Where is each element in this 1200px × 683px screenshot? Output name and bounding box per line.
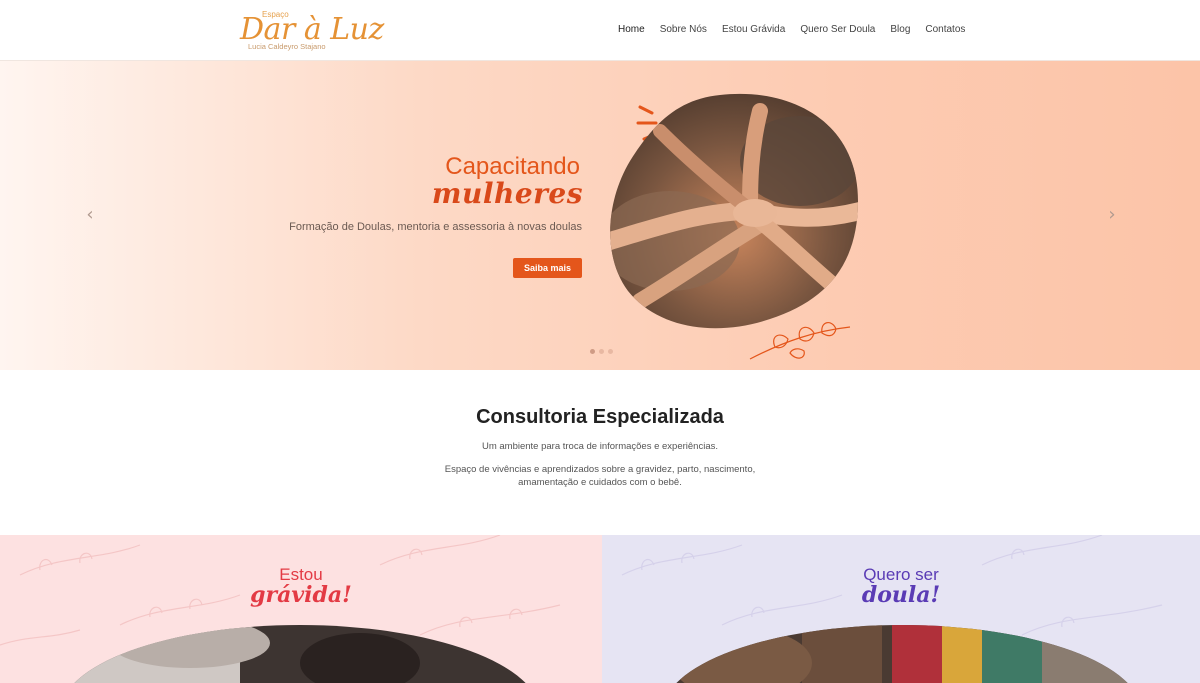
hero-slider: ‹ › Capacitando mulheres Formação de Dou… [0,61,1200,370]
panel-right-script: doula! [861,582,941,608]
nav-quero-ser-doula[interactable]: Quero Ser Doula [800,24,875,35]
estou-gravida-panel[interactable]: Estou grávida! [0,535,602,683]
slider-dot-2[interactable] [599,349,604,354]
consultoria-text-1: Um ambiente para troca de informações e … [481,441,719,452]
saiba-mais-button[interactable]: Saiba mais [513,258,582,278]
site-header: Espaço Dar à Luz Lucia Caldeyro Stajano … [0,0,1200,61]
consultoria-text-2: Espaço de vivências e aprendizados sobre… [444,464,756,488]
estou-gravida-image [60,625,540,683]
consultoria-title: Consultoria Especializada [476,406,724,428]
chevron-right-icon[interactable]: › [1104,203,1120,227]
chevron-left-icon[interactable]: ‹ [82,203,98,227]
site-logo[interactable]: Espaço Dar à Luz Lucia Caldeyro Stajano [240,8,384,54]
hero-image [600,91,870,370]
main-nav: Home Sobre Nós Estou Grávida Quero Ser D… [618,24,980,35]
slider-dot-3[interactable] [608,349,613,354]
leaf-decoration-icon [749,322,851,360]
logo-subtitle: Lucia Caldeyro Stajano [248,42,326,51]
nav-sobre-nos[interactable]: Sobre Nós [660,24,707,35]
slider-dots [590,349,613,354]
nav-contatos[interactable]: Contatos [925,24,965,35]
hero-description: Formação de Doulas, mentoria e assessori… [289,221,582,233]
panel-left-script: grávida! [250,582,352,608]
nav-blog[interactable]: Blog [890,24,910,35]
quero-ser-doula-image [662,625,1142,683]
nav-home[interactable]: Home [618,24,645,35]
nav-estou-gravida[interactable]: Estou Grávida [722,24,785,35]
hero-script-title: mulheres [431,177,583,210]
slider-dot-1[interactable] [590,349,595,354]
quero-ser-doula-panel[interactable]: Quero ser doula! [602,535,1200,683]
